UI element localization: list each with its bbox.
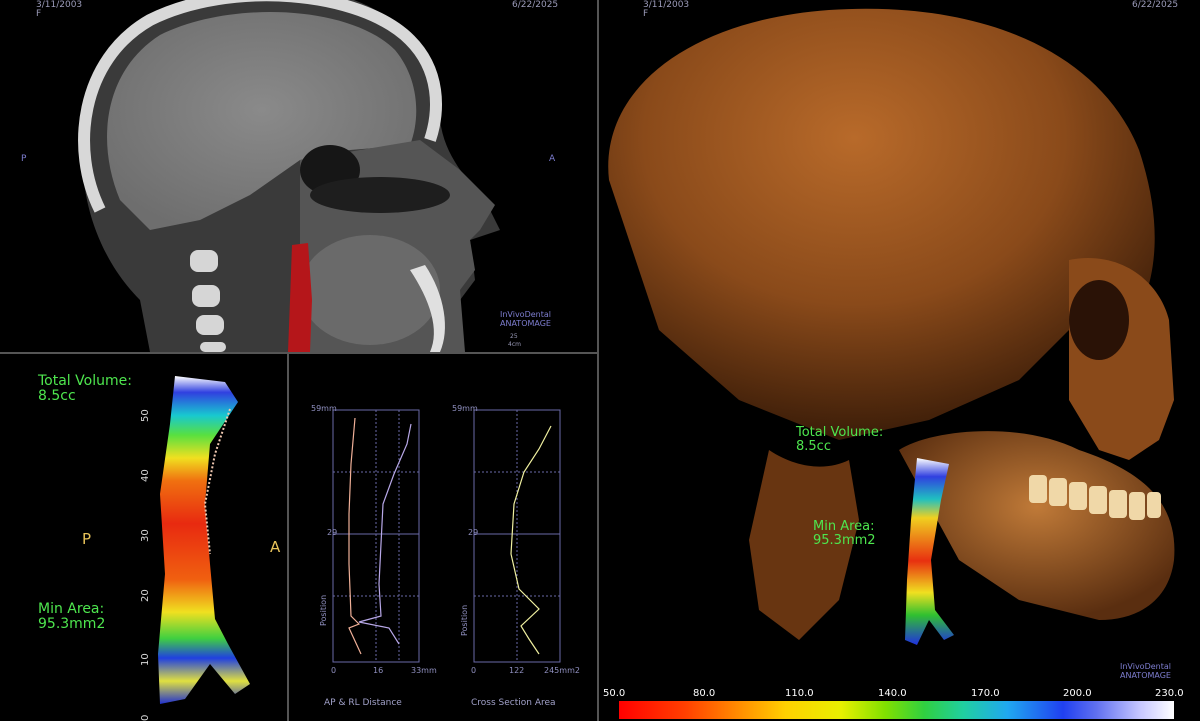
ruler-tick-10: 10 [140,653,151,666]
ruler-tick-40: 40 [140,469,151,482]
scale-unit: 4cm [508,341,521,348]
graph-right-y-label: Position [460,604,469,636]
render-brand: InVivoDental ANATOMAGE [1120,662,1171,680]
graph-left-caption: AP & RL Distance [324,698,402,708]
render-total-volume-label: Total Volume: [796,425,884,440]
ruler-tick-20: 20 [140,589,151,602]
scale-tick-200: 200.0 [1063,688,1092,699]
render-min-area-value: 95.3mm2 [813,533,876,548]
render-sex: F [643,9,649,19]
airway-min-area-label: Min Area: [38,601,105,617]
graph-right-mid-label: 29 [468,528,479,537]
graph-right-top-label: 59mm [452,404,478,413]
brand-line-2: ANATOMAGE [500,319,551,328]
ruler-tick-50: 50 [140,409,151,422]
graph-left-y-label: Position [319,594,328,626]
scale-tick-230: 230.0 [1155,688,1184,699]
airway-min-area-value: 95.3mm2 [38,616,106,632]
sagittal-date-right: 6/22/2025 [512,0,559,10]
render-date-left: 3/11/2003 [643,0,690,10]
graph-left-x-tick-1: 16 [373,666,384,675]
color-scale-bar [619,701,1174,719]
skull-3d-render [599,0,1200,721]
render-brand-line-1: InVivoDental [1120,662,1171,671]
sagittal-orient-left: P [21,154,27,164]
sagittal-brand: InVivoDental ANATOMAGE [500,310,551,328]
sagittal-date-left: 3/11/2003 [36,0,83,10]
airway-total-volume-label: Total Volume: [38,373,132,389]
ruler-tick-30: 30 [140,529,151,542]
sagittal-ct-image [0,0,597,352]
render-total-volume-value: 8.5cc [796,439,831,454]
brand-line-1: InVivoDental [500,310,551,319]
scale-tick-140: 140.0 [878,688,907,699]
graph-right-x-tick-1: 122 [509,666,525,675]
airway-highlight [288,243,312,352]
graph-left-x-tick-2: 33mm [411,666,437,675]
scale-tick-110: 110.0 [785,688,814,699]
scale-tick-50: 50.0 [603,688,626,699]
render-date-right: 6/22/2025 [1132,0,1179,10]
graph-right-x-tick-0: 0 [471,666,477,675]
scale-tick-170: 170.0 [971,688,1000,699]
airway-total-volume-value: 8.5cc [38,388,76,404]
airway-orient-right: A [270,538,281,556]
render-min-area-label: Min Area: [813,519,875,534]
render-brand-line-2: ANATOMAGE [1120,671,1171,680]
sagittal-orient-right: A [549,154,556,164]
sagittal-sex: F [36,9,42,19]
sagittal-view[interactable]: 3/11/2003 F 6/22/2025 P A InVivoDental A… [0,0,597,352]
graph-left-x-tick-0: 0 [331,666,337,675]
airway-orient-left: P [82,530,92,548]
graphs-view[interactable]: 59mm 29 Position 0 16 33mm AP & RL Dista… [289,354,597,721]
ruler-tick-0: 0 [140,714,151,721]
scale-tick-80: 80.0 [693,688,716,699]
graph-right-x-tick-2: 245mm2 [544,666,580,675]
graph-left-mid-label: 29 [327,528,338,537]
render3d-view[interactable]: 3/11/2003 F 6/22/2025 Total Volume: 8.5c… [599,0,1200,721]
graph-left-top-label: 59mm [311,404,337,413]
airway-map-view[interactable]: Total Volume: 8.5cc Min Area: 95.3mm2 P … [0,354,287,721]
graph-right-caption: Cross Section Area [471,698,556,708]
